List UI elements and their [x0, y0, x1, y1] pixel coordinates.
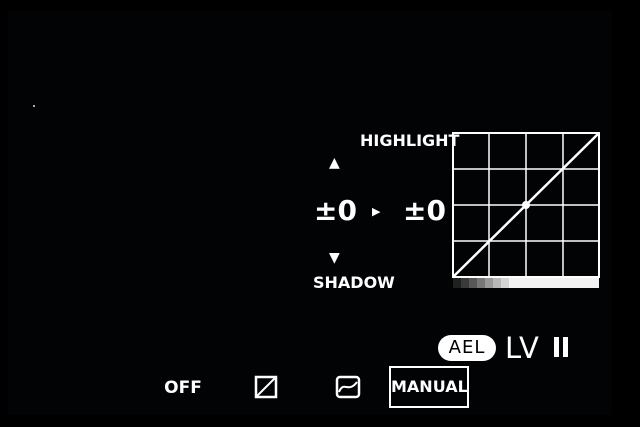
highlight-value[interactable]: ±0: [403, 194, 446, 227]
tone-curve-icon: [335, 375, 361, 399]
mode-off-button[interactable]: OFF: [160, 370, 206, 406]
tone-curve-graph: [452, 132, 600, 288]
shadow-value[interactable]: ±0: [314, 194, 357, 227]
contrast-mode-button[interactable]: [248, 370, 284, 406]
triangle-right-icon: ▶: [372, 205, 381, 218]
triangle-up-icon[interactable]: ▲: [329, 156, 340, 170]
lv-label: LV: [505, 331, 540, 365]
triangle-down-icon[interactable]: ▼: [329, 251, 340, 265]
mode-manual-button[interactable]: MANUAL: [389, 366, 469, 408]
dead-pixel: [33, 105, 35, 107]
tone-curve-midpoint: [522, 201, 530, 209]
ael-badge: AEL: [438, 335, 496, 361]
gradient-bar: [453, 278, 599, 288]
contrast-square-icon: [254, 375, 278, 399]
tone-curve-mode-button[interactable]: [330, 370, 366, 406]
highlight-label: HIGHLIGHT: [360, 131, 460, 150]
shadow-label: SHADOW: [313, 273, 395, 292]
